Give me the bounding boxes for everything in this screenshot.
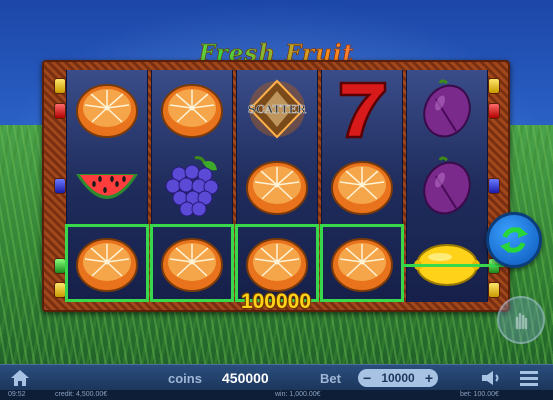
- symbol-grapes: [152, 149, 232, 223]
- symbol-scatter: SCATTER: [237, 72, 317, 146]
- line-indicator-right: [488, 103, 500, 119]
- line-indicator-right: [488, 178, 500, 194]
- reel: [320, 70, 404, 303]
- bet-label: Bet: [320, 371, 341, 386]
- bottom-control-bar: coins 450000 Bet − 10000 +: [0, 364, 553, 390]
- coins-value: 450000: [222, 370, 269, 386]
- symbol-orange: [152, 72, 232, 146]
- bet-stepper: − 10000 +: [358, 369, 438, 387]
- status-bet: bet: 100.00€: [460, 391, 499, 398]
- line-indicator-right: [488, 282, 500, 298]
- symbol-seven: [322, 72, 402, 146]
- symbol-plum: [407, 149, 487, 223]
- watermelon-icon: [76, 173, 138, 199]
- payline: [404, 264, 504, 267]
- orange-icon: [76, 238, 138, 293]
- symbol-orange: [320, 224, 404, 303]
- orange-icon: [161, 83, 223, 138]
- line-indicator-left: [54, 78, 66, 94]
- symbol-orange: [65, 224, 149, 303]
- grapes-icon: [165, 156, 219, 217]
- home-icon[interactable]: [10, 369, 30, 387]
- line-indicator-right: [488, 78, 500, 94]
- orange-icon: [246, 160, 308, 215]
- line-indicator-left: [54, 103, 66, 119]
- hamburger-menu-icon[interactable]: [520, 370, 538, 386]
- status-credit: credit: 4,500.00€: [55, 391, 108, 398]
- orange-icon: [76, 83, 138, 138]
- reel: [406, 70, 488, 302]
- symbol-watermelon: [67, 149, 147, 223]
- symbol-orange: [67, 72, 147, 146]
- reel: [150, 70, 234, 303]
- bet-value: 10000: [381, 371, 415, 385]
- symbol-plum: [407, 72, 487, 146]
- win-amount: 100000: [240, 290, 312, 313]
- orange-icon: [246, 238, 308, 293]
- speaker-icon[interactable]: [481, 370, 501, 386]
- symbol-orange: [237, 149, 317, 223]
- spin-button[interactable]: [486, 212, 542, 268]
- seven-icon: [339, 81, 387, 138]
- bet-increase-button[interactable]: +: [425, 370, 433, 386]
- coins-label: coins: [168, 371, 202, 386]
- line-indicator-left: [54, 178, 66, 194]
- autoplay-button[interactable]: [497, 296, 545, 344]
- orange-icon: [161, 238, 223, 293]
- plum-icon: [423, 156, 471, 215]
- reels-grid: SCATTER: [65, 70, 488, 303]
- hand-icon: [515, 312, 528, 330]
- line-indicator-left: [54, 282, 66, 298]
- reel: SCATTER: [235, 70, 319, 303]
- status-bar: 09:52 credit: 4,500.00€ win: 1,000.00€ b…: [0, 390, 553, 400]
- plum-icon: [423, 79, 471, 137]
- reel: [65, 70, 149, 303]
- orange-icon: [331, 238, 393, 293]
- refresh-arrows-icon: [500, 227, 528, 253]
- symbol-orange: [150, 224, 234, 303]
- status-win: win: 1,000.00€: [275, 391, 321, 398]
- status-time: 09:52: [8, 391, 26, 398]
- bet-decrease-button[interactable]: −: [363, 370, 371, 386]
- scatter-icon: SCATTER: [248, 79, 307, 139]
- line-indicator-left: [54, 258, 66, 274]
- orange-icon: [331, 160, 393, 215]
- scatter-label: SCATTER: [248, 103, 307, 116]
- symbol-orange: [322, 149, 402, 223]
